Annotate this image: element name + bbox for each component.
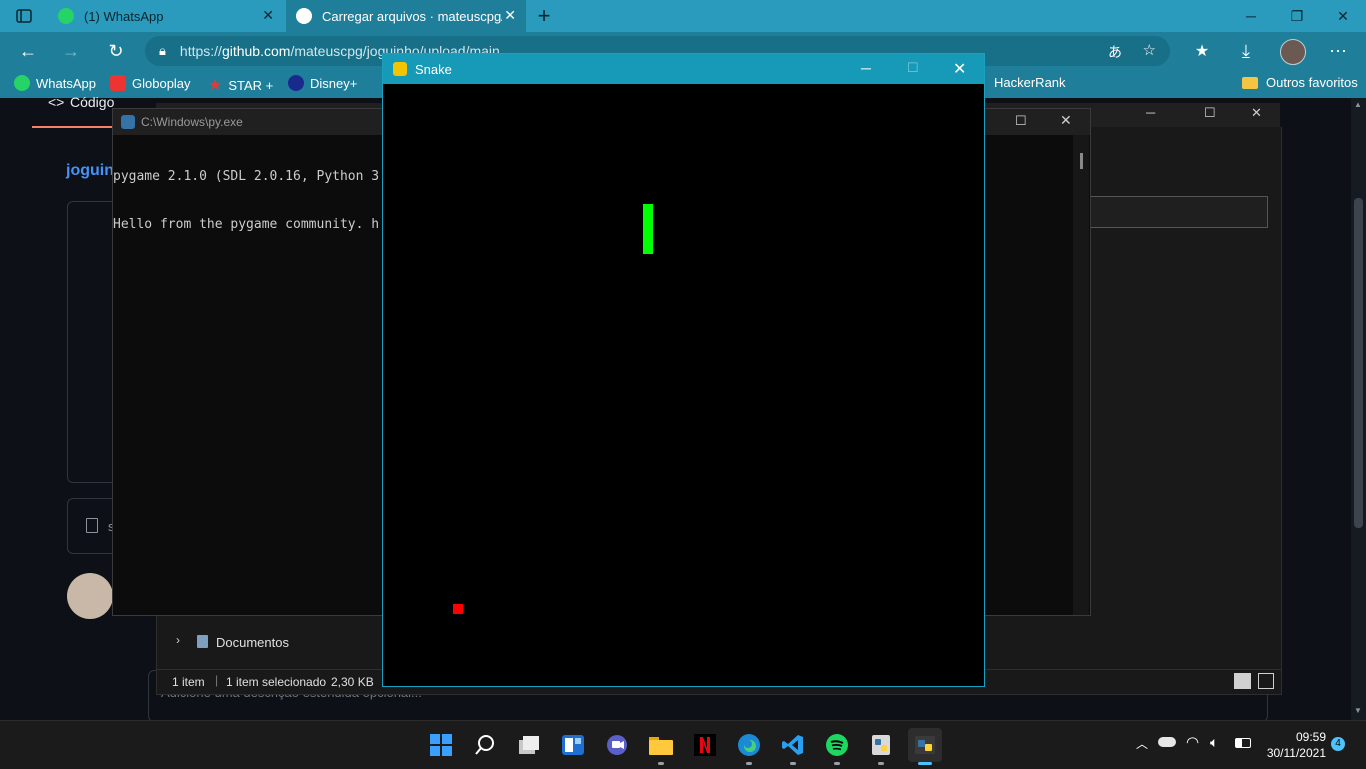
minimize-button[interactable]: ─ <box>1146 105 1155 120</box>
star-icon: ★ <box>208 77 223 94</box>
netflix-icon[interactable] <box>688 728 722 762</box>
game-field <box>383 84 984 686</box>
tab-actions-icon[interactable] <box>10 6 38 26</box>
pygame-window-icon[interactable] <box>908 728 942 765</box>
refresh-icon[interactable]: ↻ <box>101 36 131 66</box>
lock-icon: 🔒︎ <box>159 43 166 58</box>
console-scrollbar[interactable] <box>1073 135 1089 615</box>
clock[interactable]: 09:59 30/11/2021 <box>1262 729 1326 761</box>
github-icon <box>296 8 312 24</box>
other-favorites[interactable]: Outros favoritos <box>1242 75 1358 90</box>
running-indicator <box>834 762 840 765</box>
scrollbar-thumb[interactable] <box>1354 198 1363 528</box>
close-icon[interactable]: ✕ <box>262 7 274 24</box>
disney-icon <box>288 75 304 91</box>
more-menu-icon[interactable]: ⋯ <box>1323 36 1353 66</box>
show-hidden-icons-chevron[interactable]: ︿ <box>1136 735 1148 752</box>
download-icon[interactable]: ⤓ <box>1231 36 1261 66</box>
maximize-button[interactable]: ☐ <box>1204 105 1216 121</box>
documents-icon <box>197 635 208 648</box>
search-icon[interactable] <box>468 728 502 762</box>
file-icon <box>86 518 98 533</box>
add-favorite-icon[interactable]: ☆ <box>1143 41 1156 59</box>
profile-avatar[interactable] <box>1280 39 1306 65</box>
vscode-icon[interactable] <box>776 728 810 765</box>
notification-badge[interactable]: 4 <box>1331 737 1345 751</box>
running-indicator <box>658 762 664 765</box>
spotify-icon[interactable] <box>820 728 854 765</box>
bookmark-whatsapp[interactable]: WhatsApp <box>14 75 96 91</box>
snake-body <box>643 204 653 254</box>
close-window-button[interactable]: ✕ <box>953 59 966 79</box>
bookmark-disney-plus[interactable]: Disney+ <box>288 75 357 91</box>
details-view-icon[interactable] <box>1234 673 1251 689</box>
tab-whatsapp[interactable]: (1) WhatsApp ✕ <box>48 0 284 32</box>
code-icon: <> <box>48 94 65 110</box>
python-launcher-icon[interactable] <box>864 728 898 765</box>
scroll-down-arrow[interactable]: ▼ <box>1354 706 1362 715</box>
repo-name-link[interactable]: joguin <box>66 162 114 180</box>
new-tab-button[interactable]: + <box>532 2 556 30</box>
python-icon <box>121 115 135 129</box>
globoplay-icon <box>110 75 126 91</box>
page-scrollbar[interactable]: ▲ ▼ <box>1351 98 1366 720</box>
edge-icon[interactable] <box>732 728 766 765</box>
back-arrow-icon[interactable]: ← <box>13 36 43 66</box>
console-scrollbar-thumb[interactable] <box>1080 153 1083 169</box>
tab-title: (1) WhatsApp <box>84 8 164 24</box>
bookmark-hackerrank[interactable]: HackerRank <box>994 75 1066 90</box>
forward-arrow-icon[interactable]: → <box>56 36 86 66</box>
running-indicator <box>878 762 884 765</box>
close-window-button[interactable]: ✕ <box>1251 105 1262 121</box>
wifi-icon[interactable]: ◠ <box>1186 733 1199 751</box>
widgets-icon[interactable] <box>556 728 590 762</box>
clock-date: 30/11/2021 <box>1266 746 1326 760</box>
snake-window: Snake ─ ☐ ✕ <box>382 53 985 687</box>
battery-level <box>1236 739 1242 747</box>
tree-item-documentos[interactable]: › Documentos <box>156 629 316 655</box>
avatar <box>67 573 113 619</box>
close-window-button[interactable]: ✕ <box>1320 0 1366 32</box>
browser-tab-bar: (1) WhatsApp ✕ Carregar arquivos · mateu… <box>0 0 1366 32</box>
maximize-button: ☐ <box>907 60 919 75</box>
scroll-up-arrow[interactable]: ▲ <box>1354 100 1362 109</box>
clock-time: 09:59 <box>1295 730 1326 744</box>
minimize-button[interactable]: ─ <box>1228 0 1274 32</box>
favorites-icon[interactable]: ★ <box>1187 36 1217 66</box>
code-tab[interactable]: <> Código <box>32 94 118 128</box>
start-button[interactable] <box>424 728 458 762</box>
taskbar: ︿ ◠ 🔈︎ 09:59 30/11/2021 4 <box>0 720 1366 769</box>
volume-icon[interactable]: 🔈︎ <box>1210 734 1218 751</box>
chevron-right-icon: › <box>176 633 180 647</box>
active-indicator <box>918 762 932 765</box>
restore-button[interactable]: ❐ <box>1274 0 1320 32</box>
whatsapp-icon <box>58 8 74 24</box>
battery-icon[interactable] <box>1235 738 1251 748</box>
minimize-button[interactable]: ─ <box>861 60 871 76</box>
close-window-button[interactable]: ✕ <box>1060 112 1072 129</box>
snake-titlebar: Snake ─ ☐ ✕ <box>383 54 984 84</box>
onedrive-cloud-icon[interactable] <box>1158 737 1176 747</box>
tab-title: Carregar arquivos · mateuscpg/jo <box>322 8 502 24</box>
running-indicator <box>790 762 796 765</box>
read-aloud-icon[interactable]: あ <box>1108 42 1122 62</box>
tab-github-upload[interactable]: Carregar arquivos · mateuscpg/jo ✕ <box>286 0 526 32</box>
bookmark-globoplay[interactable]: Globoplay <box>110 75 191 91</box>
running-indicator <box>746 762 752 765</box>
teams-chat-icon[interactable] <box>600 728 634 762</box>
close-icon[interactable]: ✕ <box>504 7 516 24</box>
maximize-button[interactable]: ☐ <box>1015 113 1027 129</box>
whatsapp-icon <box>14 75 30 91</box>
pygame-icon <box>393 62 407 76</box>
file-explorer-icon[interactable] <box>644 728 678 765</box>
task-view-icon[interactable] <box>512 728 546 762</box>
tiles-view-icon[interactable] <box>1258 673 1274 689</box>
bookmark-star-plus[interactable]: ★ STAR + <box>208 75 273 95</box>
folder-icon <box>1242 76 1258 89</box>
file-name-input[interactable] <box>1090 196 1268 228</box>
status-divider: | <box>215 673 219 687</box>
food <box>453 604 463 614</box>
